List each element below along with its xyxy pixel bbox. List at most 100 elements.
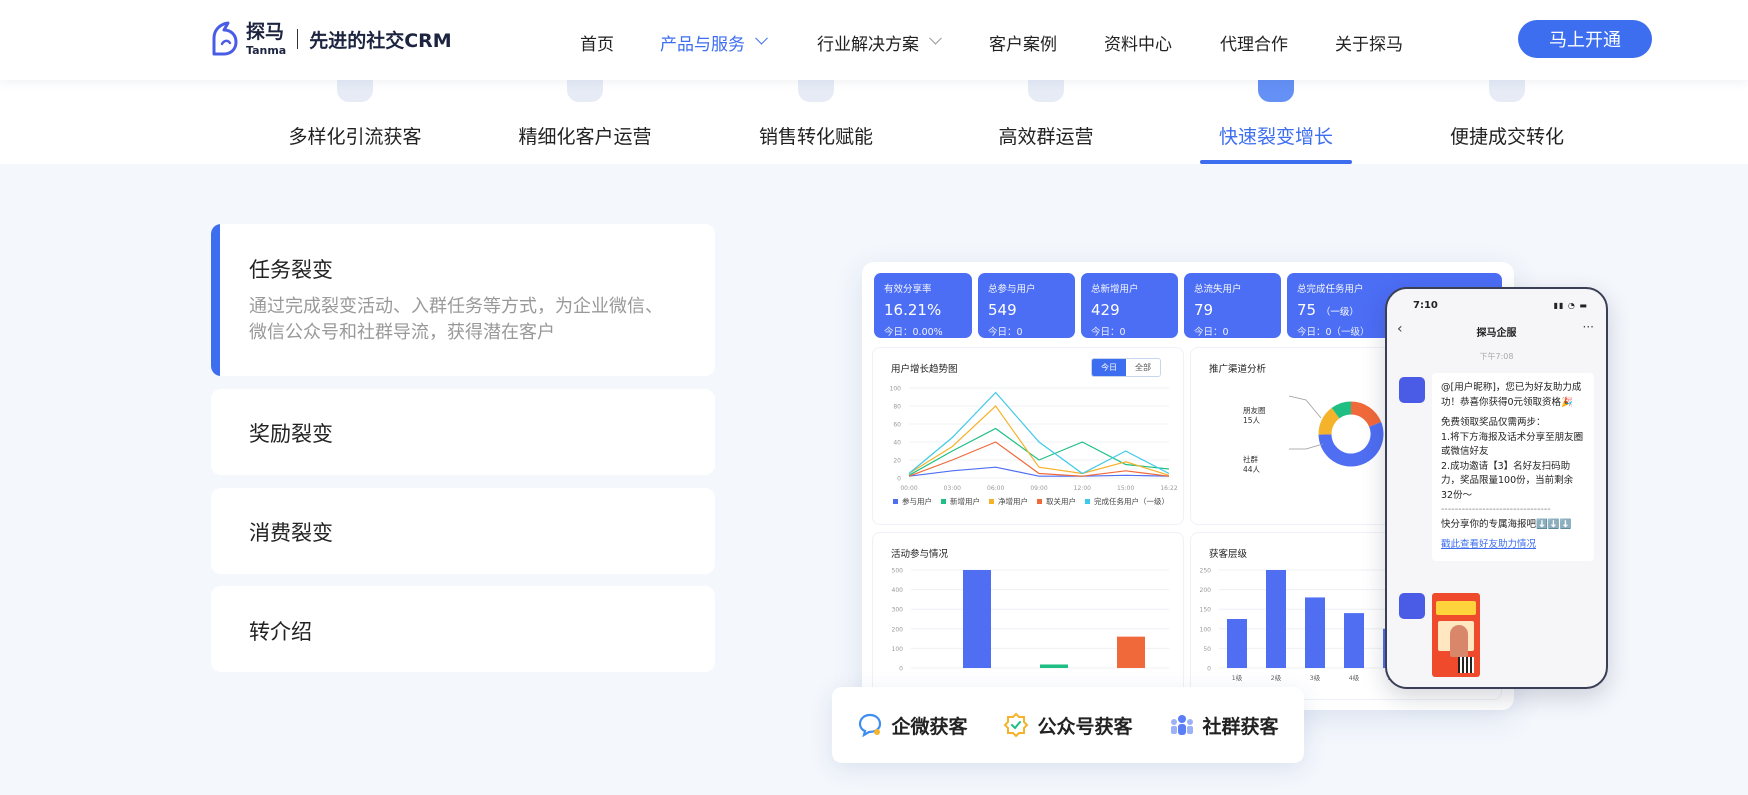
tab-traffic[interactable]: 多样化引流获客 [288, 122, 421, 149]
donut-slice [1331, 401, 1352, 419]
growth-title: 用户增长趋势图 [891, 364, 958, 375]
signal-icon: ▮▮ ◔ ▬ [1553, 301, 1588, 310]
more-icon[interactable]: ··· [1583, 320, 1594, 334]
x-tick-label: 09:00 [1030, 485, 1047, 492]
group-icon [1028, 80, 1064, 102]
nav-home[interactable]: 首页 [580, 30, 614, 55]
x-tick-label: 1级 [1232, 673, 1243, 682]
chat-message: @[用户昵称]，您已为好友助力成功！恭喜你获得0元领取资格🎉 免费领取奖品仅需两… [1432, 373, 1594, 561]
chevron-down-icon [929, 31, 942, 45]
poster-person [1450, 625, 1468, 657]
stat-card: 总流失用户 79 今日：0 [1184, 273, 1281, 338]
feature-card-task-fission[interactable]: 任务裂变 通过完成裂变活动、入群任务等方式，为企业微信、微信公众号和社群导流，获… [211, 224, 715, 376]
feature-card-reward-fission[interactable]: 奖励裂变 [211, 389, 715, 475]
y-tick-label: 250 [1200, 568, 1212, 575]
bar [1227, 619, 1247, 668]
chat-title: 探马企服 [1476, 328, 1517, 339]
feature-title: 任务裂变 [249, 258, 333, 282]
bar [1117, 636, 1145, 668]
y-tick-label: 40 [893, 440, 901, 447]
tab-deal[interactable]: 便捷成交转化 [1450, 122, 1564, 149]
feature-title: 转介绍 [249, 620, 312, 644]
stat-label: 总参与用户 [988, 284, 1036, 295]
stat-value: 79 [1194, 301, 1214, 319]
channel-bar: 企微获客 公众号获客 社群获客 [832, 687, 1304, 763]
growth-panel: 用户增长趋势图 今日 全部 0 20 40 60 80 100 00:00 03:00 06:0… [872, 347, 1184, 525]
tab-customer-ops[interactable]: 精细化客户运营 [518, 122, 651, 149]
status-time: 7:10 [1413, 300, 1438, 311]
y-tick-label: 500 [892, 568, 904, 575]
y-tick-label: 60 [893, 422, 901, 429]
series-line [908, 427, 1170, 476]
channel-label: 公众号获客 [1037, 715, 1133, 738]
channel-official-account: 公众号获客 [1003, 712, 1133, 739]
active-bar [211, 224, 220, 376]
range-toggle: 今日 全部 [1091, 358, 1161, 377]
badge-check-icon [1004, 712, 1029, 738]
x-tick-label: 12:00 [1074, 485, 1091, 492]
feature-title: 消费裂变 [249, 521, 333, 545]
message-line: 免费领取奖品仅需两步： [1441, 417, 1546, 428]
open-now-button[interactable]: 马上开通 [1518, 20, 1652, 58]
x-tick-label: 2级 [1271, 673, 1282, 682]
phone-mockup: 7:10 ▮▮ ◔ ▬ ‹ 探马企服 ··· 下午7:08 @[用户昵称]，您已… [1385, 287, 1608, 689]
leader-line [1289, 443, 1324, 450]
chart-legend: 参与用户 新增用户 净增用户 取关用户 完成任务用户（一级） [893, 496, 1169, 507]
y-tick-label: 0 [899, 666, 903, 673]
stat-value: 16.21% [884, 301, 942, 319]
y-tick-label: 50 [1203, 646, 1211, 653]
frame-icon [798, 80, 834, 102]
y-tick-label: 200 [1200, 587, 1212, 594]
feature-card-consume-fission[interactable]: 消费裂变 [211, 488, 715, 574]
activity-bar-chart: 0 100 200 300 400 500 [892, 568, 1169, 673]
nav-about[interactable]: 关于探马 [1335, 30, 1403, 55]
users-grid-icon [337, 80, 373, 102]
message-line: 2.成功邀请【3】名好友扫码助力，奖品限量100份，当前剩余32份～ [1441, 460, 1574, 501]
y-tick-label: 100 [1200, 626, 1212, 633]
nav-resources[interactable]: 资料中心 [1104, 30, 1172, 55]
x-tick-label: 15:00 [1117, 485, 1134, 492]
people-group-icon [1170, 715, 1193, 735]
channel-community: 社群获客 [1169, 712, 1279, 739]
leader-line [1288, 395, 1322, 419]
y-tick-label: 400 [892, 587, 904, 594]
channel-title: 推广渠道分析 [1209, 364, 1267, 375]
helper-status-link[interactable]: 戳此查看好友助力情况 [1441, 538, 1585, 553]
y-tick-label: 0 [1207, 666, 1211, 673]
feature-tabs: 多样化引流获客 精细化客户运营 销售转化赋能 高效群运营 快速裂变增长 便捷成交… [0, 80, 1748, 164]
y-tick-label: 80 [893, 404, 901, 411]
x-tick-label: 03:00 [944, 485, 961, 492]
toggle-all[interactable]: 全部 [1126, 359, 1160, 376]
nav-solutions[interactable]: 行业解决方案 [817, 30, 942, 55]
nav-partners[interactable]: 代理合作 [1220, 30, 1288, 55]
chevron-down-icon [755, 31, 768, 45]
qr-code-icon [1458, 657, 1474, 673]
y-tick-label: 300 [892, 607, 904, 614]
tab-fission[interactable]: 快速裂变增长 [1219, 122, 1333, 149]
stat-sub: 今日：0 [1194, 327, 1229, 338]
share-icon [1258, 80, 1294, 102]
stat-sub: 今日：0 [1091, 327, 1126, 338]
channel-label: 社群获客 [1202, 715, 1279, 738]
feature-desc: 通过完成裂变活动、入群任务等方式，为企业微信、微信公众号和社群导流，获得潜在客户 [249, 296, 663, 343]
toggle-today[interactable]: 今日 [1092, 359, 1126, 376]
stat-sub: 今日：0 [988, 327, 1023, 338]
tab-group-ops[interactable]: 高效群运营 [998, 122, 1093, 149]
message-time: 下午7:08 [1479, 352, 1514, 361]
nav-products[interactable]: 产品与服务 [660, 30, 768, 55]
legend-item: 净增用户 [989, 496, 1028, 507]
bar [1305, 597, 1325, 668]
tab-sales[interactable]: 销售转化赋能 [759, 122, 873, 149]
x-tick-label: 3级 [1310, 673, 1321, 682]
activity-panel: 活动参与情况 0 100 200 300 400 500 [872, 532, 1184, 700]
stat-value: 429 [1091, 301, 1120, 319]
share-poster[interactable] [1432, 593, 1480, 677]
channel-label-group: 社群 44人 [1243, 455, 1261, 474]
x-tick-label: 4级 [1349, 673, 1360, 682]
x-tick-label: 16:22 [1160, 485, 1177, 492]
check-doc-icon [1489, 80, 1525, 102]
feature-card-referral[interactable]: 转介绍 [211, 586, 715, 672]
chat-bubble-icon [859, 713, 882, 738]
stat-card: 总参与用户 549 今日：0 [978, 273, 1075, 338]
nav-cases[interactable]: 客户案例 [989, 30, 1057, 55]
